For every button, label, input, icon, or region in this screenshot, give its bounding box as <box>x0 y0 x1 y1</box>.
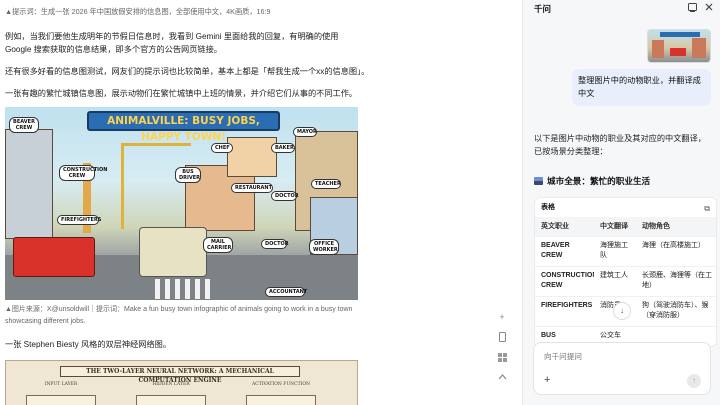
cityscape-icon <box>534 177 543 185</box>
table-cell: 狗（驾驶消防车）、猴（穿消防服） <box>636 295 716 326</box>
table-cell: 长颈鹿、海狸等（在工地） <box>636 265 716 296</box>
neural-network-diagram[interactable]: THE TWO-LAYER NEURAL NETWORK: A MECHANIC… <box>5 360 358 405</box>
table-cell: BEAVER CREW <box>535 235 594 266</box>
label-doctor: DOCTOR <box>271 191 299 201</box>
label-bus-driver: BUS DRIVER <box>175 167 201 183</box>
diagram-title: THE TWO-LAYER NEURAL NETWORK: A MECHANIC… <box>60 366 300 384</box>
app-root: ▲提示词：生成一张 2026 年中国放假安排的信息图，全部使用中文，4K画质，1… <box>0 0 720 405</box>
close-icon[interactable] <box>705 3 713 13</box>
label-teacher: TEACHER <box>311 179 341 189</box>
label-firefighters: FIREFIGHTERS <box>57 215 101 225</box>
diagram-activation-function: ACTIVATION FUNCTION <box>252 382 310 387</box>
table-card-header: 表格 ⧉ <box>535 198 716 217</box>
composer: + ↑ <box>533 342 711 395</box>
send-button[interactable]: ↑ <box>687 374 701 388</box>
table-header-row: 英文职业 中文翻译 动物角色 <box>535 217 716 236</box>
bus <box>139 227 207 277</box>
crane-mast <box>121 143 124 229</box>
crosswalk-stripe <box>165 279 170 299</box>
table-header: 动物角色 <box>636 217 716 236</box>
table-header: 英文职业 <box>535 217 594 236</box>
label-mayor: MAYOR <box>293 127 317 137</box>
panel-title: 千问 <box>534 4 552 14</box>
table-cell: 建筑工人 <box>594 265 636 296</box>
scroll-down-button[interactable]: ↓ <box>613 302 631 320</box>
table-label: 表格 <box>541 204 555 211</box>
label-office-worker: OFFICE WORKER <box>309 239 339 255</box>
top-caption: ▲提示词：生成一张 2026 年中国放假安排的信息图，全部使用中文，4K画质，1… <box>5 7 271 16</box>
diagram-box <box>246 395 316 405</box>
plus-icon[interactable]: + <box>492 308 512 326</box>
thumbnail-banner <box>660 32 700 37</box>
paragraph-4: 一张 Stephen Biesty 风格的双层神经网络图。 <box>5 340 172 349</box>
user-message: 整理图片中的动物职业，并翻译成中文 <box>572 69 711 106</box>
article: ▲提示词：生成一张 2026 年中国放假安排的信息图，全部使用中文，4K画质，1… <box>0 0 490 405</box>
crosswalk-stripe <box>155 279 160 299</box>
attached-image-thumbnail[interactable] <box>647 29 711 63</box>
paragraph-3: 一张有趣的繁忙城镇信息图，展示动物们在繁忙城镇中上班的情景，并介绍它们从事的不同… <box>5 89 358 98</box>
table-header: 中文翻译 <box>594 217 636 236</box>
thumbnail-truck <box>670 48 686 56</box>
crosswalk-stripe <box>175 279 180 299</box>
building-bakery <box>227 137 277 177</box>
thumbnail-building <box>692 38 706 58</box>
infographic-title: ANIMALVILLE: BUSY JOBS, HAPPY TOWN! <box>87 111 280 143</box>
label-accountant: ACCOUNTANT <box>265 287 307 297</box>
diagram-box <box>26 395 96 405</box>
table-row: BEAVER CREW 海狸施工队 海狸（在高楼施工） <box>535 235 716 266</box>
crosswalk-stripe <box>195 279 200 299</box>
image-caption: ▲图片来源：X@unsoldwill｜提示词：Make a fun busy t… <box>5 306 353 325</box>
table-cell: 海狸（在高楼施工） <box>636 235 716 266</box>
crosswalk-stripe <box>205 279 210 299</box>
thumbnail-building <box>652 40 664 58</box>
add-attachment-icon[interactable]: + <box>544 374 550 386</box>
window-icon[interactable] <box>688 3 697 14</box>
table-cell: FIREFIGHTERS <box>535 295 594 326</box>
up-icon[interactable] <box>492 368 512 386</box>
building-left <box>5 129 53 239</box>
table-cell: CONSTRUCTION CREW <box>535 265 594 296</box>
chat-panel: 千问 整理图片中的动物职业，并翻译成中文 以下是图片中动物的职业及其对应的中文翻… <box>522 0 720 405</box>
label-construction-crew: CONSTRUCTION CREW <box>59 165 107 181</box>
label-baker: BAKER <box>271 143 295 153</box>
table-row: CONSTRUCTION CREW 建筑工人 长颈鹿、海狸等（在工地） <box>535 265 716 296</box>
label-mail-carrier: MAIL CARRIER <box>203 237 233 253</box>
diagram-box <box>136 395 206 405</box>
profession-table: 英文职业 中文翻译 动物角色 BEAVER CREW 海狸施工队 海狸（在高楼施… <box>535 217 716 345</box>
copy-icon[interactable]: ⧉ <box>704 199 710 218</box>
section-heading-text: 城市全景：繁忙的职业生活 <box>547 176 651 186</box>
grid-icon[interactable] <box>492 348 512 366</box>
paragraph-1: 例如，当我们要他生成明年的节假日信息时，我看到 Gemini 里面给我的回复，有… <box>5 32 339 54</box>
animalville-infographic[interactable]: ANIMALVILLE: BUSY JOBS, HAPPY TOWN! BEAV… <box>5 107 358 300</box>
paragraph-2: 还有很多好看的信息图测试，网友们的提示词也比较简单，基本上都是「帮我生成一个xx… <box>5 67 370 76</box>
section-heading: 城市全景：繁忙的职业生活 <box>534 175 650 187</box>
table-card: 表格 ⧉ 英文职业 中文翻译 动物角色 BEAVER CREW 海狸施工队 海狸… <box>534 197 717 347</box>
label-chef: CHEF <box>211 143 233 153</box>
crosswalk-stripe <box>185 279 190 299</box>
label-beaver-crew: BEAVER CREW <box>9 117 39 133</box>
label-doctor-2: DOCTOR <box>261 239 289 249</box>
fire-truck <box>13 237 95 277</box>
phone-icon[interactable] <box>492 328 512 346</box>
chat-input[interactable] <box>544 352 694 361</box>
diagram-input-layer: INPUT LAYER <box>44 382 78 387</box>
assistant-reply-intro: 以下是图片中动物的职业及其对应的中文翻译，已按场景分类整理： <box>534 134 706 156</box>
label-restaurant: RESTAURANT <box>231 183 273 193</box>
table-cell: 海狸施工队 <box>594 235 636 266</box>
floating-toolbar: + <box>492 308 512 388</box>
diagram-hidden-layer: HIDDEN LAYER <box>152 382 190 387</box>
